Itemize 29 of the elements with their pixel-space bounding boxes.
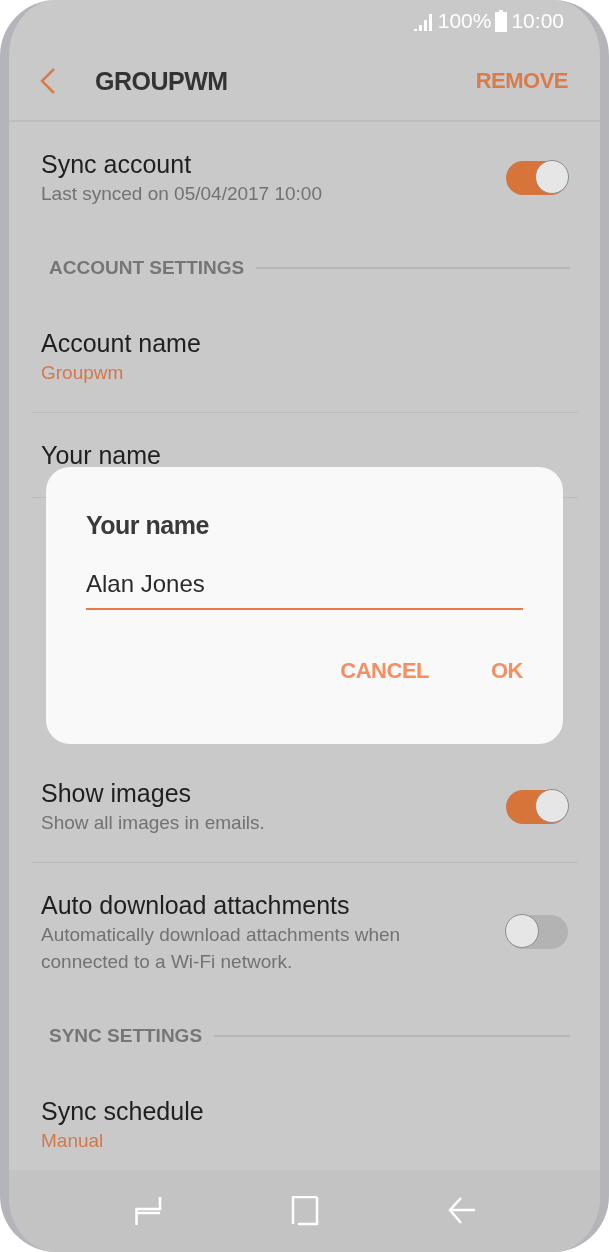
screen-title: GROUPWM [95,66,229,96]
section-header: ACCOUNT SETTINGS [49,257,245,279]
dialog-button[interactable]: OK [491,658,523,684]
setting-subtitle: Automatically download attachments when [41,923,402,947]
setting-title: Show images [41,778,193,809]
toggle-switch[interactable] [506,160,568,195]
setting-subtitle: Groupwm [41,361,125,385]
section-header: SYNC SETTINGS [49,1025,203,1047]
toggle-switch[interactable] [506,915,568,949]
dialog-button[interactable]: CANCEL [340,658,429,684]
setting-subtitle: connected to a Wi-Fi network. [41,950,294,974]
home-icon[interactable] [290,1196,319,1226]
dialog-title: Your name [86,511,210,540]
name-input[interactable]: Alan Jones [86,570,523,610]
back-icon[interactable] [447,1196,476,1226]
remove-button[interactable]: REMOVE [475,68,568,94]
setting-subtitle: Manual [41,1129,105,1153]
setting-subtitle: Show all images in emails. [41,811,266,835]
signal-icon [411,11,434,31]
battery-icon [495,10,508,32]
setting-subtitle: Last synced on 05/04/2017 10:00 [41,182,323,206]
setting-title: Your name [41,440,162,471]
setting-title: Auto download attachments [41,890,351,921]
back-icon[interactable] [39,67,57,95]
recent-apps-icon[interactable] [133,1196,162,1226]
setting-title: Account name [41,328,202,359]
setting-title: Sync schedule [41,1096,205,1127]
toggle-switch[interactable] [506,789,568,824]
setting-title: Sync account [41,149,193,180]
